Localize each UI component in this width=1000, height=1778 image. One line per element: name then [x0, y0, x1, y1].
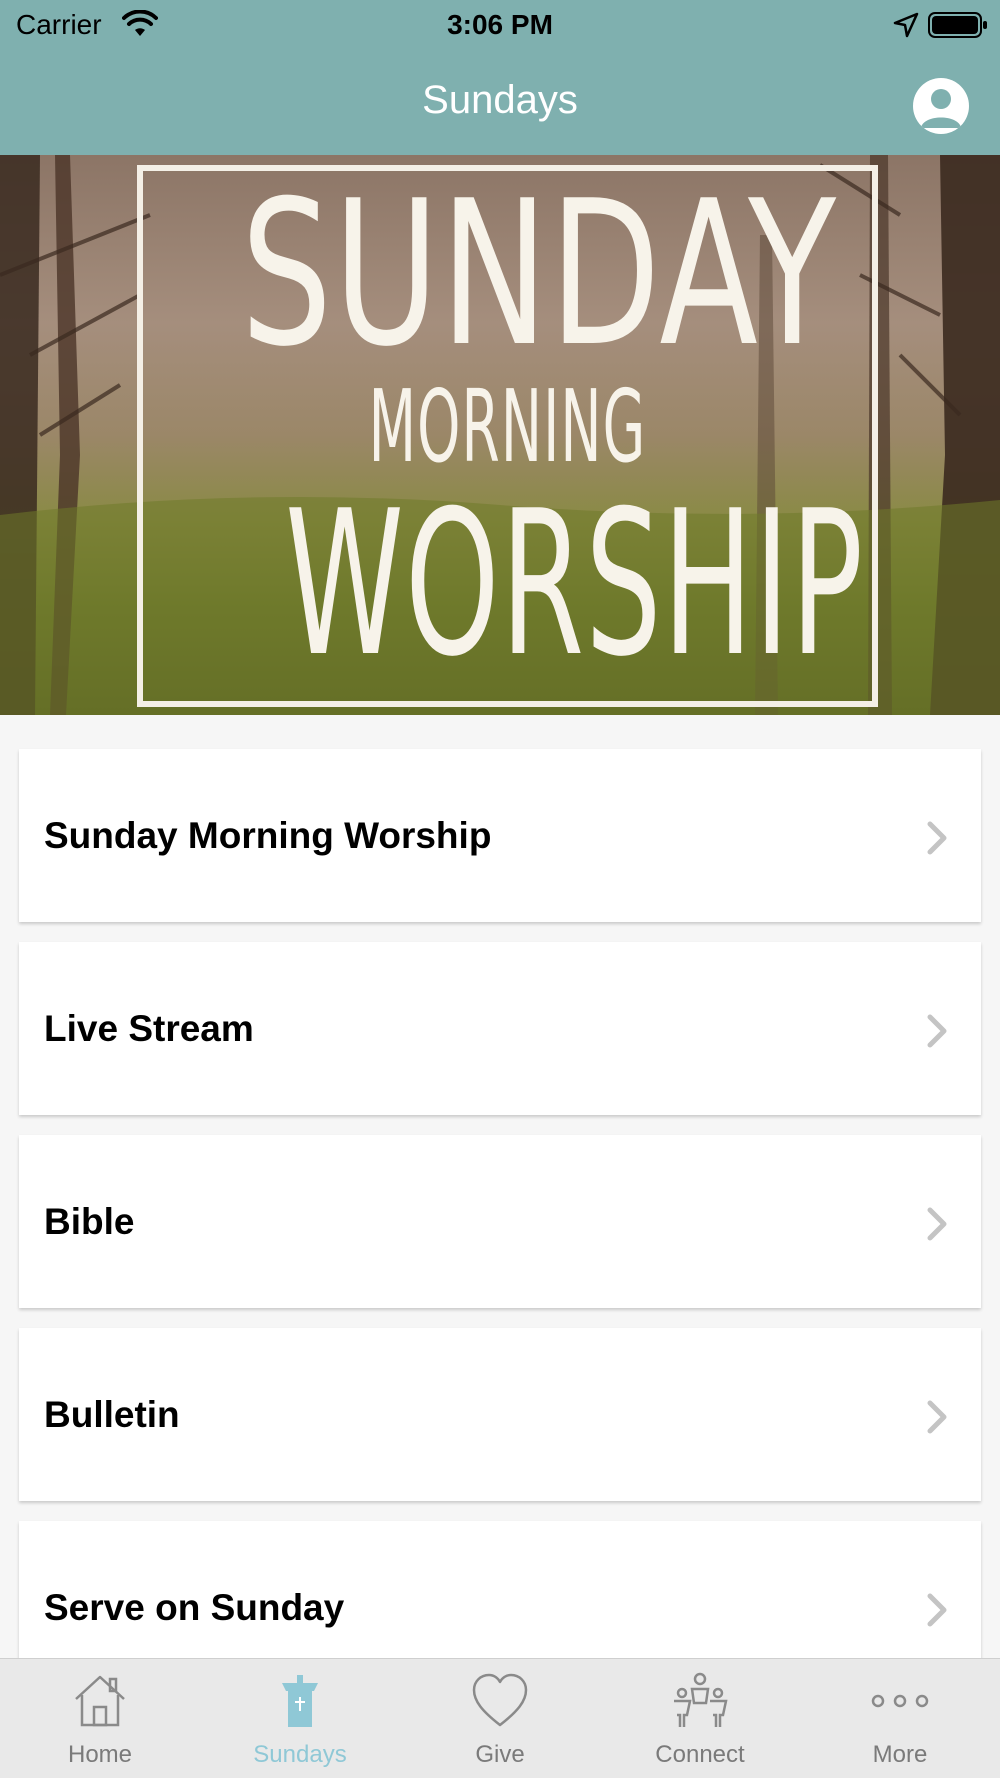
tab-label: Connect — [655, 1741, 745, 1768]
list-item-bulletin[interactable]: Bulletin — [19, 1328, 981, 1501]
chevron-right-icon — [927, 1400, 947, 1434]
list-item-label: Live Stream — [44, 1008, 254, 1049]
list-item-sunday-morning-worship[interactable]: Sunday Morning Worship — [19, 749, 981, 922]
tab-more[interactable]: More — [800, 1659, 1000, 1778]
profile-button[interactable] — [913, 78, 969, 134]
status-time: 3:06 PM — [447, 9, 553, 40]
list-item-bible[interactable]: Bible — [19, 1135, 981, 1308]
list-item-label: Sunday Morning Worship — [44, 815, 492, 856]
tab-label: More — [872, 1741, 928, 1768]
tab-label: Sundays — [253, 1741, 347, 1768]
hero-title-line3: WORSHIP — [285, 468, 865, 701]
chevron-right-icon — [927, 1014, 947, 1048]
tab-label: Home — [67, 1741, 133, 1768]
tab-connect[interactable]: Connect — [600, 1659, 800, 1778]
chevron-right-icon — [927, 1207, 947, 1241]
hero-title-line1: SUNDAY — [240, 158, 838, 391]
header: Carrier 3:06 PM Sundays — [0, 0, 1000, 155]
people-icon — [674, 1672, 728, 1727]
list-item-live-stream[interactable]: Live Stream — [19, 942, 981, 1115]
chevron-right-icon — [927, 821, 947, 855]
ellipsis-icon — [871, 1694, 929, 1708]
tab-home[interactable]: Home — [0, 1659, 200, 1778]
heart-icon — [472, 1673, 528, 1727]
list-item-label: Bulletin — [44, 1394, 180, 1435]
status-bar: Carrier 3:06 PM — [0, 0, 1000, 50]
tab-give[interactable]: Give — [400, 1659, 600, 1778]
house-icon — [75, 1675, 125, 1727]
tab-sundays[interactable]: Sundays — [200, 1659, 400, 1778]
hero-banner: SUNDAY MORNING WORSHIP — [0, 155, 1000, 715]
chevron-right-icon — [927, 1593, 947, 1627]
location-arrow-icon — [893, 12, 919, 38]
list-item-label: Bible — [44, 1201, 135, 1242]
page-title: Sundays — [422, 78, 578, 122]
user-icon — [921, 89, 961, 128]
tab-label: Give — [475, 1741, 525, 1768]
tab-bar: Home Sundays Give Connect More — [0, 1658, 1000, 1778]
battery-icon — [928, 12, 987, 38]
hero-title-line2: MORNING — [368, 368, 647, 485]
pulpit-icon — [282, 1675, 318, 1727]
